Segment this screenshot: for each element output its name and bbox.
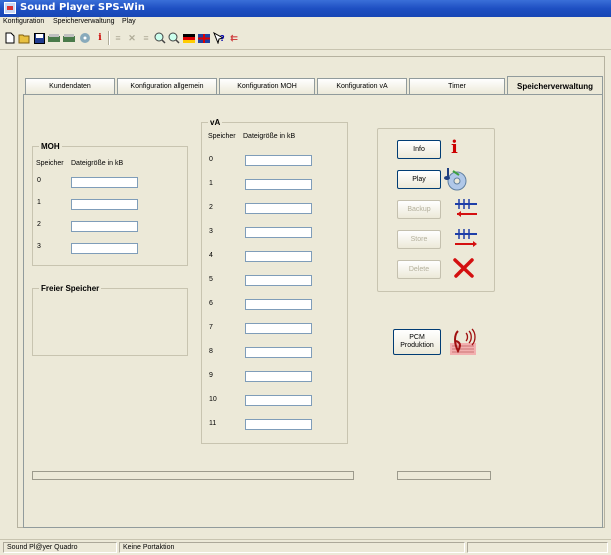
window-title: Sound Player SPS-Win — [20, 2, 145, 13]
status-bar: Sound Pl@yer Quadro Keine Portaktion — [0, 539, 611, 555]
status-extra — [467, 542, 608, 553]
music-cd-icon — [443, 166, 469, 194]
menu-play[interactable]: Play — [122, 18, 136, 25]
moh-size-field[interactable] — [71, 243, 138, 254]
va-row-label: 2 — [209, 204, 213, 211]
info-icon[interactable]: i — [93, 31, 107, 45]
freier-speicher-title: Freier Speicher — [39, 284, 102, 293]
va-size-field[interactable] — [245, 251, 312, 262]
progress-bar — [32, 471, 354, 480]
va-row-label: 10 — [209, 396, 217, 403]
open-folder-icon[interactable] — [17, 31, 31, 45]
pcm-produktion-button[interactable]: PCM Produktion — [393, 329, 441, 355]
va-row-label: 4 — [209, 252, 213, 259]
info-button[interactable]: Info — [397, 140, 441, 159]
menu-bar: Konfiguration Speicherverwaltung Play — [0, 17, 611, 29]
moh-row-label: 1 — [37, 199, 41, 206]
svg-text:?: ? — [220, 34, 225, 43]
help-icon[interactable]: ? — [212, 31, 226, 45]
moh-size-field[interactable] — [71, 221, 138, 232]
va-row-label: 5 — [209, 276, 213, 283]
moh-size-field[interactable] — [71, 177, 138, 188]
va-size-field[interactable] — [245, 203, 312, 214]
sound-cd-icon[interactable] — [78, 31, 92, 45]
va-row-label: 11 — [209, 420, 217, 427]
title-bar: Sound Player SPS-Win — [0, 0, 611, 17]
moh-group-title: MOH — [39, 142, 62, 151]
tab-timer[interactable]: Timer — [409, 78, 505, 94]
transfer-in-icon[interactable] — [47, 31, 61, 45]
backup-button[interactable]: Backup — [397, 200, 441, 219]
va-row-label: 8 — [209, 348, 213, 355]
moh-col-size: Dateigröße in kB — [71, 160, 124, 167]
va-size-field[interactable] — [245, 395, 312, 406]
tab-konfiguration-allgemein[interactable]: Konfiguration allgemein — [117, 78, 217, 94]
delete-button[interactable]: Delete — [397, 260, 441, 279]
app-icon — [4, 2, 16, 14]
va-size-field[interactable] — [245, 371, 312, 382]
zoom-out-icon[interactable] — [167, 31, 181, 45]
new-file-icon[interactable] — [3, 31, 17, 45]
va-col-speicher: Speicher — [208, 133, 236, 140]
transfer-out-icon[interactable] — [62, 31, 76, 45]
moh-size-field[interactable] — [71, 199, 138, 210]
toolbar: i ≡ ✕ ≡ ? ⇇ — [0, 29, 611, 50]
va-size-field[interactable] — [245, 299, 312, 310]
play-button[interactable]: Play — [397, 170, 441, 189]
va-size-field[interactable] — [245, 227, 312, 238]
va-row-label: 0 — [209, 156, 213, 163]
exit-icon[interactable]: ⇇ — [227, 31, 241, 45]
disabled-tool-icon: ≡ — [143, 33, 149, 43]
va-row-label: 1 — [209, 180, 213, 187]
cut-icon: ✕ — [128, 32, 136, 43]
va-row-label: 7 — [209, 324, 213, 331]
tab-konfiguration-va[interactable]: Konfiguration vA — [317, 78, 407, 94]
va-col-size: Dateigröße in kB — [243, 133, 296, 140]
va-row-label: 3 — [209, 228, 213, 235]
store-arrow-icon — [453, 226, 479, 252]
music-note-icon — [449, 327, 481, 359]
va-group-title: vA — [208, 118, 223, 127]
va-size-field[interactable] — [245, 179, 312, 190]
save-icon[interactable] — [32, 31, 46, 45]
delete-x-icon — [452, 257, 476, 281]
va-size-field[interactable] — [245, 155, 312, 166]
info-icon: i — [451, 137, 458, 158]
va-size-field[interactable] — [245, 275, 312, 286]
progress-bar-small — [397, 471, 491, 480]
tab-speicherverwaltung[interactable]: Speicherverwaltung — [507, 76, 603, 95]
status-action: Keine Portaktion — [119, 542, 465, 553]
moh-row-label: 0 — [37, 177, 41, 184]
menu-konfiguration[interactable]: Konfiguration — [3, 18, 44, 25]
va-row-label: 9 — [209, 372, 213, 379]
tab-kundendaten[interactable]: Kundendaten — [25, 78, 115, 94]
moh-row-label: 3 — [37, 243, 41, 250]
tab-konfiguration-moh[interactable]: Konfiguration MOH — [219, 78, 315, 94]
status-device: Sound Pl@yer Quadro — [3, 542, 117, 553]
freier-speicher-group: Freier Speicher — [32, 284, 188, 356]
va-size-field[interactable] — [245, 419, 312, 430]
disabled-tool-icon: ≡ — [115, 33, 121, 43]
menu-speicherverwaltung[interactable]: Speicherverwaltung — [53, 18, 114, 25]
moh-col-speicher: Speicher — [36, 160, 64, 167]
backup-arrow-icon — [453, 196, 479, 222]
va-size-field[interactable] — [245, 323, 312, 334]
va-row-label: 6 — [209, 300, 213, 307]
english-flag-icon[interactable] — [197, 31, 211, 45]
moh-row-label: 2 — [37, 221, 41, 228]
german-flag-icon[interactable] — [182, 31, 196, 45]
va-size-field[interactable] — [245, 347, 312, 358]
zoom-in-icon[interactable] — [153, 31, 167, 45]
store-button[interactable]: Store — [397, 230, 441, 249]
